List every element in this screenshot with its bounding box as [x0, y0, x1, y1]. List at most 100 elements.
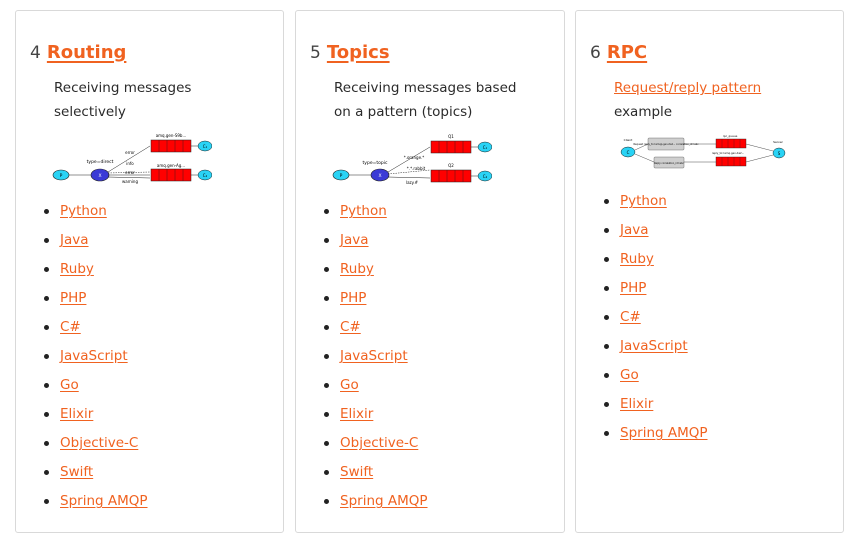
spring-amqp-link[interactable]: Spring AMQP	[60, 493, 148, 509]
swift-link[interactable]: Swift	[60, 464, 93, 480]
objective-c-link[interactable]: Objective-C	[60, 435, 138, 451]
list-item: PHP	[16, 287, 148, 316]
tutorials-grid: 4 Routing Receiving messages selectively…	[0, 0, 853, 547]
consumer-label: C₂	[203, 173, 208, 178]
description-text: example	[614, 104, 673, 120]
request-box-label: Request reply_to=amqp.gen-Xa2... correla…	[633, 143, 699, 146]
elixir-link[interactable]: Elixir	[340, 406, 373, 422]
javascript-link[interactable]: JavaScript	[620, 338, 688, 354]
csharp-link[interactable]: C#	[60, 319, 81, 335]
rpc-diagram: Client C Request reply_to=amqp.gen-Xa2..…	[620, 134, 786, 169]
go-link[interactable]: Go	[340, 377, 359, 393]
list-item: Go	[576, 364, 708, 393]
tutorial-card-topics: 5 Topics Receiving messages based on a p…	[295, 10, 565, 533]
reply-queue	[715, 156, 747, 167]
card-title-link[interactable]: RPC	[607, 42, 647, 63]
card-title: 4 Routing	[30, 40, 126, 65]
php-link[interactable]: PHP	[340, 290, 366, 306]
rpc-queue-label: rpc_queue	[723, 134, 738, 138]
list-item: Go	[296, 374, 428, 403]
ruby-link[interactable]: Ruby	[60, 261, 94, 277]
reply-box-label: Reply correlation_id=abc	[654, 162, 685, 165]
card-description: Receiving messages based on a pattern (t…	[334, 80, 517, 120]
list-item: PHP	[296, 287, 428, 316]
go-link[interactable]: Go	[620, 367, 639, 383]
list-item: Ruby	[296, 258, 428, 287]
list-item: Elixir	[296, 403, 428, 432]
python-link[interactable]: Python	[620, 193, 667, 209]
list-item: Go	[16, 374, 148, 403]
list-item: Objective-C	[16, 432, 148, 461]
python-link[interactable]: Python	[60, 203, 107, 219]
reply-box: Reply correlation_id=abc	[653, 156, 685, 169]
list-item: Spring AMQP	[16, 490, 148, 519]
rpc-queue	[715, 138, 747, 149]
list-item: JavaScript	[576, 335, 708, 364]
java-link[interactable]: Java	[620, 222, 649, 238]
card-number: 6	[590, 43, 601, 63]
producer-label: P	[60, 173, 63, 179]
exchange-label: X	[98, 173, 101, 179]
spring-amqp-link[interactable]: Spring AMQP	[340, 493, 428, 509]
queue-name: amq.gen-Ag...	[157, 163, 185, 168]
card-number: 4	[30, 43, 41, 63]
python-link[interactable]: Python	[340, 203, 387, 219]
card-title-link[interactable]: Topics	[327, 42, 390, 63]
tutorial-card-rpc: 6 RPC Request/reply pattern example Clie…	[575, 10, 844, 533]
java-link[interactable]: Java	[60, 232, 89, 248]
php-link[interactable]: PHP	[620, 280, 646, 296]
elixir-link[interactable]: Elixir	[620, 396, 653, 412]
binding-label: error	[125, 170, 135, 175]
card-number: 5	[310, 43, 321, 63]
tutorial-card-routing: 4 Routing Receiving messages selectively…	[15, 10, 284, 533]
php-link[interactable]: PHP	[60, 290, 86, 306]
producer-label: P	[340, 173, 343, 179]
list-item: Objective-C	[296, 432, 428, 461]
javascript-link[interactable]: JavaScript	[340, 348, 408, 364]
client-label: Client	[624, 138, 634, 142]
consumer-label: C₁	[203, 144, 208, 149]
reply-queue-label: reply_to=amq.gen-Xa2...	[712, 151, 745, 155]
request-reply-pattern-link[interactable]: Request/reply pattern	[614, 80, 761, 96]
queue-1	[150, 139, 192, 153]
binding-label: *.*.rabbit	[407, 166, 426, 171]
list-item: Ruby	[16, 258, 148, 287]
card-description: Request/reply pattern example	[614, 76, 814, 124]
ruby-link[interactable]: Ruby	[340, 261, 374, 277]
binding-label: error	[125, 150, 135, 155]
list-item: Python	[16, 200, 148, 229]
swift-link[interactable]: Swift	[340, 464, 373, 480]
routing-diagram: P X type=direct error info error warning…	[52, 133, 212, 184]
spring-amqp-link[interactable]: Spring AMQP	[620, 425, 708, 441]
list-item: C#	[296, 316, 428, 345]
list-item: Java	[16, 229, 148, 258]
list-item: PHP	[576, 277, 708, 306]
list-item: Java	[296, 229, 428, 258]
exchange-type-label: type=topic	[363, 160, 388, 166]
javascript-link[interactable]: JavaScript	[60, 348, 128, 364]
language-list: Python Java Ruby PHP C# JavaScript Go El…	[296, 200, 428, 519]
list-item: Ruby	[576, 248, 708, 277]
list-item: Python	[296, 200, 428, 229]
elixir-link[interactable]: Elixir	[60, 406, 93, 422]
language-list: Python Java Ruby PHP C# JavaScript Go El…	[576, 190, 708, 451]
exchange-label: X	[378, 173, 381, 179]
topics-diagram: P X type=topic *.orange.* *.*.rabbit laz…	[332, 134, 492, 185]
client-node-label: C	[627, 150, 630, 155]
objective-c-link[interactable]: Objective-C	[340, 435, 418, 451]
java-link[interactable]: Java	[340, 232, 369, 248]
binding-label: info	[126, 161, 134, 166]
list-item: Elixir	[16, 403, 148, 432]
card-title: 5 Topics	[310, 40, 390, 65]
go-link[interactable]: Go	[60, 377, 79, 393]
card-description: Receiving messages selectively	[54, 80, 192, 120]
card-title-link[interactable]: Routing	[47, 42, 127, 63]
csharp-link[interactable]: C#	[620, 309, 641, 325]
queue-name: Q1	[448, 134, 454, 139]
list-item: Python	[576, 190, 708, 219]
list-item: C#	[576, 306, 708, 335]
ruby-link[interactable]: Ruby	[620, 251, 654, 267]
queue-2	[150, 168, 192, 182]
server-node-label: S	[778, 151, 781, 156]
csharp-link[interactable]: C#	[340, 319, 361, 335]
